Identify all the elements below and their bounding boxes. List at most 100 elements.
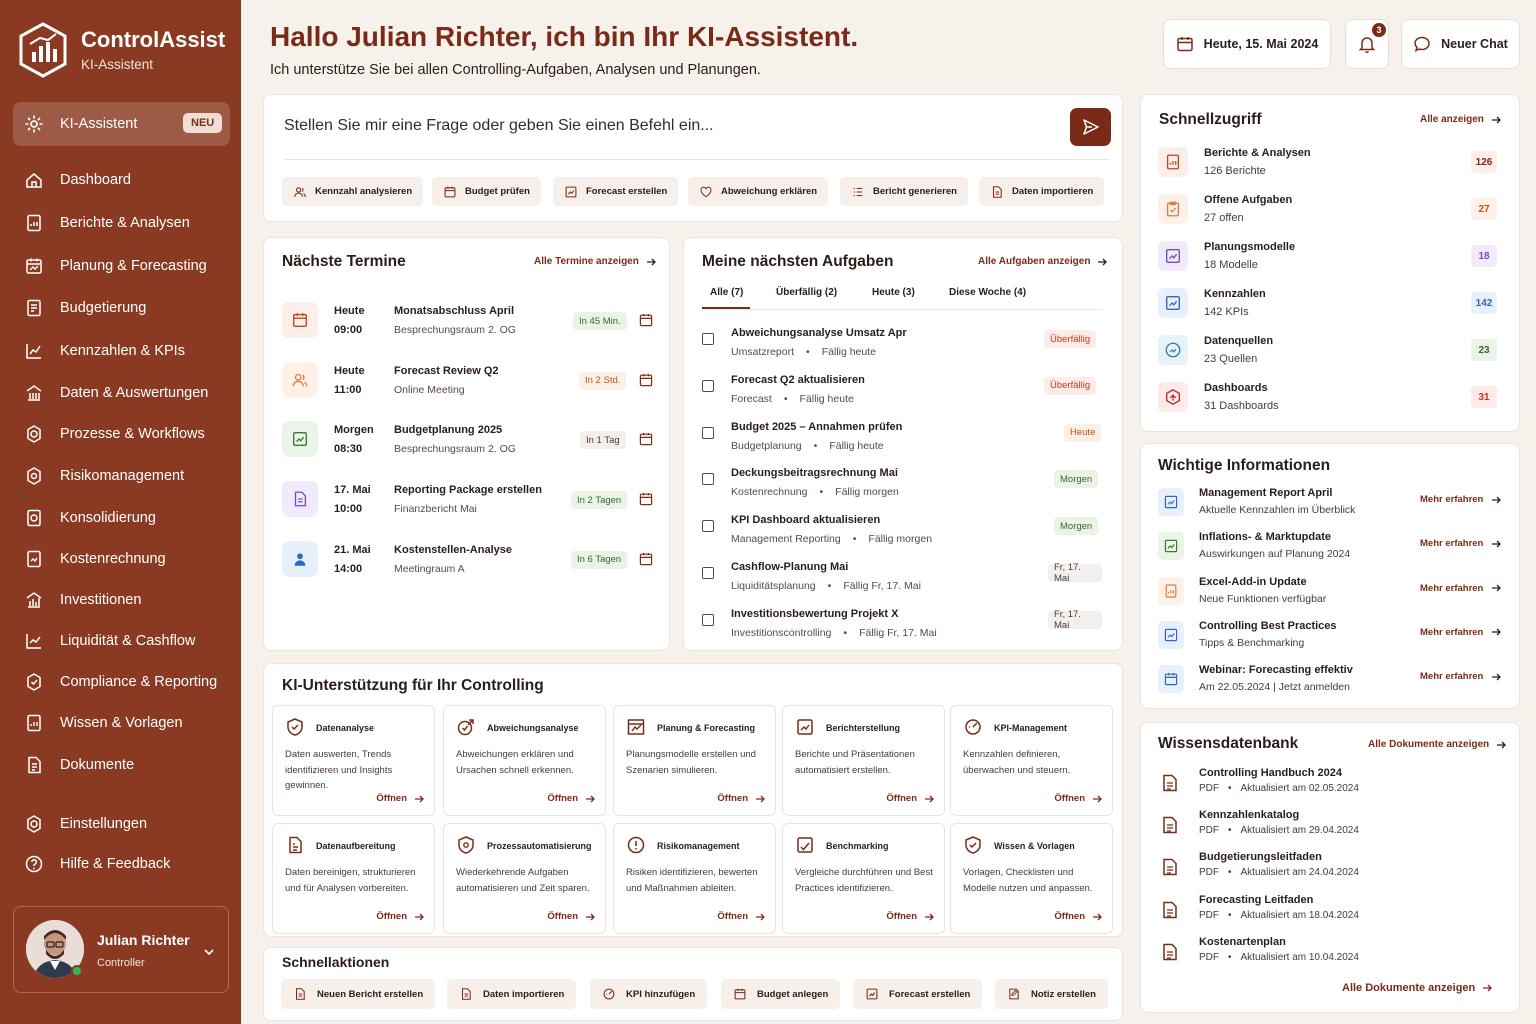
task-item[interactable]: Abweichungsanalyse Umsatz Apr Umsatzrepor… xyxy=(702,327,1102,367)
termin-item[interactable]: Heute 11:00 Forecast Review Q2 Online Meeti… xyxy=(282,361,654,406)
send-button[interactable] xyxy=(1070,108,1111,146)
quick-access-item[interactable]: Planungsmodelle 18 Modelle 18 xyxy=(1158,239,1503,275)
ki-tile[interactable]: Abweichungsanalyse Abweichungen erklären … xyxy=(443,705,606,816)
document-item[interactable]: Budgetierungsleitfaden PDF • Aktualisiert a… xyxy=(1158,851,1503,887)
quick-access-item[interactable]: Datenquellen 23 Quellen 23 xyxy=(1158,333,1503,369)
new-chat-button[interactable]: Neuer Chat xyxy=(1401,19,1520,69)
document-item[interactable]: Kostenartenplan PDF • Aktualisiert am 10.04… xyxy=(1158,936,1503,972)
task-checkbox[interactable] xyxy=(702,426,714,439)
info-item[interactable]: Webinar: Forecasting effektiv Am 22.05.20… xyxy=(1158,663,1503,699)
sidebar-item-budget[interactable]: Budgetierung xyxy=(24,296,234,320)
termin-item[interactable]: 17. Mai 10:00 Reporting Package erstellen F… xyxy=(282,481,654,525)
sidebar-item-cashflow[interactable]: Liquidität & Cashflow xyxy=(24,629,234,653)
ki-tile[interactable]: Datenanalyse Daten auswerten, Trends iden… xyxy=(272,705,435,816)
quick-prompt-chip[interactable]: Budget prüfen xyxy=(432,177,541,206)
info-item[interactable]: Controlling Best Practices Tipps & Benchm… xyxy=(1158,619,1503,655)
info-item[interactable]: Excel-Add-in Update Neue Funktionen verfü… xyxy=(1158,575,1503,611)
more-link[interactable]: Mehr erfahren xyxy=(1420,627,1502,638)
quick-prompt-chip[interactable]: Daten importieren xyxy=(979,177,1105,206)
task-item[interactable]: Deckungsbeitragsrechnung Mai Kostenrechnu… xyxy=(702,467,1102,507)
quick-action-button[interactable]: Notiz erstellen xyxy=(995,979,1108,1009)
quick-action-button[interactable]: Budget anlegen xyxy=(721,979,841,1009)
open-link[interactable]: Öffnen xyxy=(376,911,424,922)
quick-prompt-chip[interactable]: Abweichung erklären xyxy=(688,177,829,206)
alle-dokumente-footer-link[interactable]: Alle Dokumente anzeigen xyxy=(1342,982,1493,994)
task-checkbox[interactable] xyxy=(702,473,714,486)
calendar-icon[interactable] xyxy=(638,551,654,567)
sidebar-item-planning[interactable]: Planung & Forecasting xyxy=(24,254,234,278)
sidebar-item-workflow[interactable]: Prozesse & Workflows xyxy=(24,422,234,446)
more-link[interactable]: Mehr erfahren xyxy=(1420,494,1502,505)
user-profile[interactable]: Julian Richter Controller xyxy=(13,906,229,993)
task-item[interactable]: Cashflow-Planung Mai Liquiditätsplanung • F… xyxy=(702,561,1102,601)
task-item[interactable]: Investitionsbewertung Projekt X Investiti… xyxy=(702,608,1102,648)
ki-tile[interactable]: KPI-Management Kennzahlen definieren, übe… xyxy=(950,705,1113,816)
quick-prompt-chip[interactable]: Kennzahl analysieren xyxy=(282,177,424,206)
task-checkbox[interactable] xyxy=(702,520,714,533)
quick-access-item[interactable]: Berichte & Analysen 126 Berichte 126 xyxy=(1158,145,1503,181)
tab-ueberfaellig[interactable]: Überfällig (2) xyxy=(776,287,837,298)
task-item[interactable]: KPI Dashboard aktualisieren Management Re… xyxy=(702,514,1102,554)
task-checkbox[interactable] xyxy=(702,379,714,392)
open-link[interactable]: Öffnen xyxy=(717,793,765,804)
ki-tile[interactable]: Planung & Forecasting Planungsmodelle ers… xyxy=(613,705,776,816)
sidebar-item-gear[interactable]: Einstellungen xyxy=(24,812,234,836)
calendar-icon[interactable] xyxy=(638,372,654,388)
more-link[interactable]: Mehr erfahren xyxy=(1420,671,1502,682)
tab-alle[interactable]: Alle (7) xyxy=(710,287,743,298)
sidebar-item-home[interactable]: Dashboard xyxy=(24,168,234,192)
calendar-icon[interactable] xyxy=(638,431,654,447)
calendar-icon[interactable] xyxy=(638,312,654,328)
quick-action-button[interactable]: KPI hinzufügen xyxy=(590,979,708,1009)
tab-diese-woche[interactable]: Diese Woche (4) xyxy=(949,287,1026,298)
ki-tile[interactable]: Risikomanagement Risiken identifizieren, … xyxy=(613,823,776,934)
document-item[interactable]: Forecasting Leitfaden PDF • Aktualisiert am… xyxy=(1158,894,1503,930)
sidebar-item-compliance[interactable]: Compliance & Reporting xyxy=(24,670,234,694)
quick-prompt-chip[interactable]: Forecast erstellen xyxy=(553,177,679,206)
calendar-icon[interactable] xyxy=(638,491,654,507)
task-checkbox[interactable] xyxy=(702,613,714,626)
quick-action-button[interactable]: Forecast erstellen xyxy=(853,979,983,1009)
info-item[interactable]: Management Report April Aktuelle Kennzahl… xyxy=(1158,486,1503,522)
open-link[interactable]: Öffnen xyxy=(547,793,595,804)
sidebar-item-data[interactable]: Daten & Auswertungen xyxy=(24,381,234,405)
document-item[interactable]: Kennzahlenkatalog PDF • Aktualisiert am 29.… xyxy=(1158,809,1503,845)
open-link[interactable]: Öffnen xyxy=(717,911,765,922)
ki-tile[interactable]: Benchmarking Vergleiche durchführen und B… xyxy=(782,823,945,934)
alle-anzeigen-link[interactable]: Alle anzeigen xyxy=(1420,114,1501,125)
sidebar-item-risk[interactable]: Risikomanagement xyxy=(24,464,234,488)
info-item[interactable]: Inflations- & Marktupdate Auswirkungen au… xyxy=(1158,530,1503,566)
sidebar-item-help[interactable]: Hilfe & Feedback xyxy=(24,852,234,876)
sidebar-item-documents[interactable]: Dokumente xyxy=(24,753,234,777)
task-checkbox[interactable] xyxy=(702,567,714,579)
open-link[interactable]: Öffnen xyxy=(1054,911,1102,922)
task-checkbox[interactable] xyxy=(702,333,714,345)
sidebar-item-consolidation[interactable]: Konsolidierung xyxy=(24,506,234,530)
alle-dokumente-link[interactable]: Alle Dokumente anzeigen xyxy=(1368,739,1507,750)
tab-heute[interactable]: Heute (3) xyxy=(872,287,915,298)
open-link[interactable]: Öffnen xyxy=(886,793,934,804)
open-link[interactable]: Öffnen xyxy=(547,911,595,922)
open-link[interactable]: Öffnen xyxy=(886,911,934,922)
quick-prompt-chip[interactable]: Bericht generieren xyxy=(840,177,968,206)
quick-access-item[interactable]: Dashboards 31 Dashboards 31 xyxy=(1158,380,1503,416)
sidebar-item-cost[interactable]: Kostenrechnung xyxy=(24,547,234,571)
ki-tile[interactable]: Datenaufbereitung Daten bereinigen, struk… xyxy=(272,823,435,934)
open-link[interactable]: Öffnen xyxy=(376,793,424,804)
quick-action-button[interactable]: Daten importieren xyxy=(447,979,577,1009)
sidebar-item-investment[interactable]: Investitionen xyxy=(24,588,234,612)
quick-access-item[interactable]: Offene Aufgaben 27 offen 27 xyxy=(1158,192,1503,228)
more-link[interactable]: Mehr erfahren xyxy=(1420,538,1502,549)
quick-access-item[interactable]: Kennzahlen 142 KPIs 142 xyxy=(1158,286,1503,322)
quick-action-button[interactable]: Neuen Bericht erstellen xyxy=(281,979,436,1009)
chevron-down-icon[interactable] xyxy=(202,945,216,959)
ask-input[interactable]: Stellen Sie mir eine Frage oder geben Si… xyxy=(284,117,714,135)
sidebar-item-kpi[interactable]: Kennzahlen & KPIs xyxy=(24,339,234,363)
termin-item[interactable]: Heute 09:00 Monatsabschluss April Besprechu… xyxy=(282,302,654,346)
ki-tile[interactable]: Berichterstellung Berichte und Präsentati… xyxy=(782,705,945,816)
open-link[interactable]: Öffnen xyxy=(1054,793,1102,804)
task-item[interactable]: Forecast Q2 aktualisieren Forecast • Fällig… xyxy=(702,374,1102,414)
ki-tile[interactable]: Prozessautomatisierung Wiederkehrende Auf… xyxy=(443,823,606,934)
document-item[interactable]: Controlling Handbuch 2024 PDF • Aktualisier… xyxy=(1158,767,1503,803)
task-item[interactable]: Budget 2025 – Annahmen prüfen Budgetplanu… xyxy=(702,421,1102,461)
